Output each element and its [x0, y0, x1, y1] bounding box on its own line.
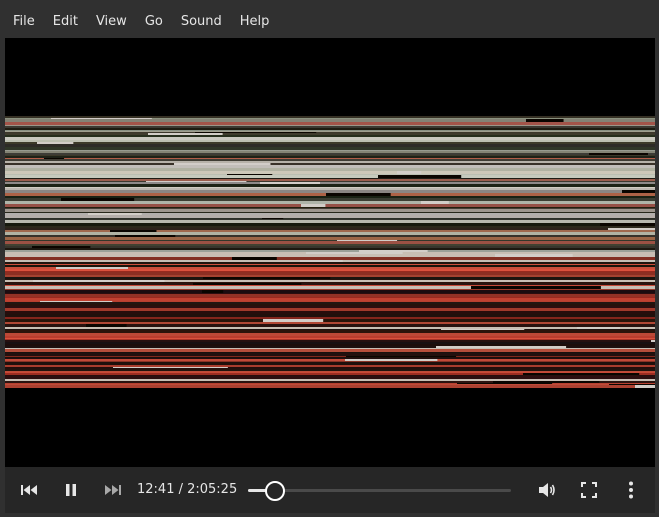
- skip-previous-icon: [21, 485, 37, 495]
- video-display[interactable]: [5, 38, 655, 467]
- more-vertical-icon: [629, 481, 633, 499]
- volume-button[interactable]: [533, 476, 561, 504]
- playback-controls: 12:41 / 2:05:25: [5, 467, 655, 513]
- seek-handle[interactable]: [264, 481, 285, 501]
- menu-file[interactable]: File: [0, 6, 44, 38]
- menu-edit[interactable]: Edit: [40, 6, 87, 38]
- more-options-button[interactable]: [617, 476, 645, 504]
- play-pause-button[interactable]: [57, 476, 85, 504]
- menu-view[interactable]: View: [83, 6, 136, 38]
- next-button[interactable]: [99, 476, 127, 504]
- video-player-window: File Edit View Go Sound Help 12:41 / 2:0…: [0, 0, 659, 517]
- previous-button[interactable]: [15, 476, 43, 504]
- skip-next-icon: [105, 485, 121, 495]
- menu-help[interactable]: Help: [227, 6, 279, 38]
- fullscreen-button[interactable]: [575, 476, 603, 504]
- window-bottom-edge: [0, 513, 659, 517]
- volume-icon: [539, 483, 555, 497]
- time-display: 12:41 / 2:05:25: [137, 482, 238, 497]
- pause-icon: [66, 484, 76, 496]
- seek-bar[interactable]: [248, 480, 511, 501]
- video-frame: [5, 116, 655, 388]
- fullscreen-icon: [581, 482, 597, 498]
- menu-go[interactable]: Go: [132, 6, 172, 38]
- menubar: File Edit View Go Sound Help: [0, 6, 659, 38]
- seek-track[interactable]: [248, 489, 511, 492]
- menu-sound[interactable]: Sound: [168, 6, 231, 38]
